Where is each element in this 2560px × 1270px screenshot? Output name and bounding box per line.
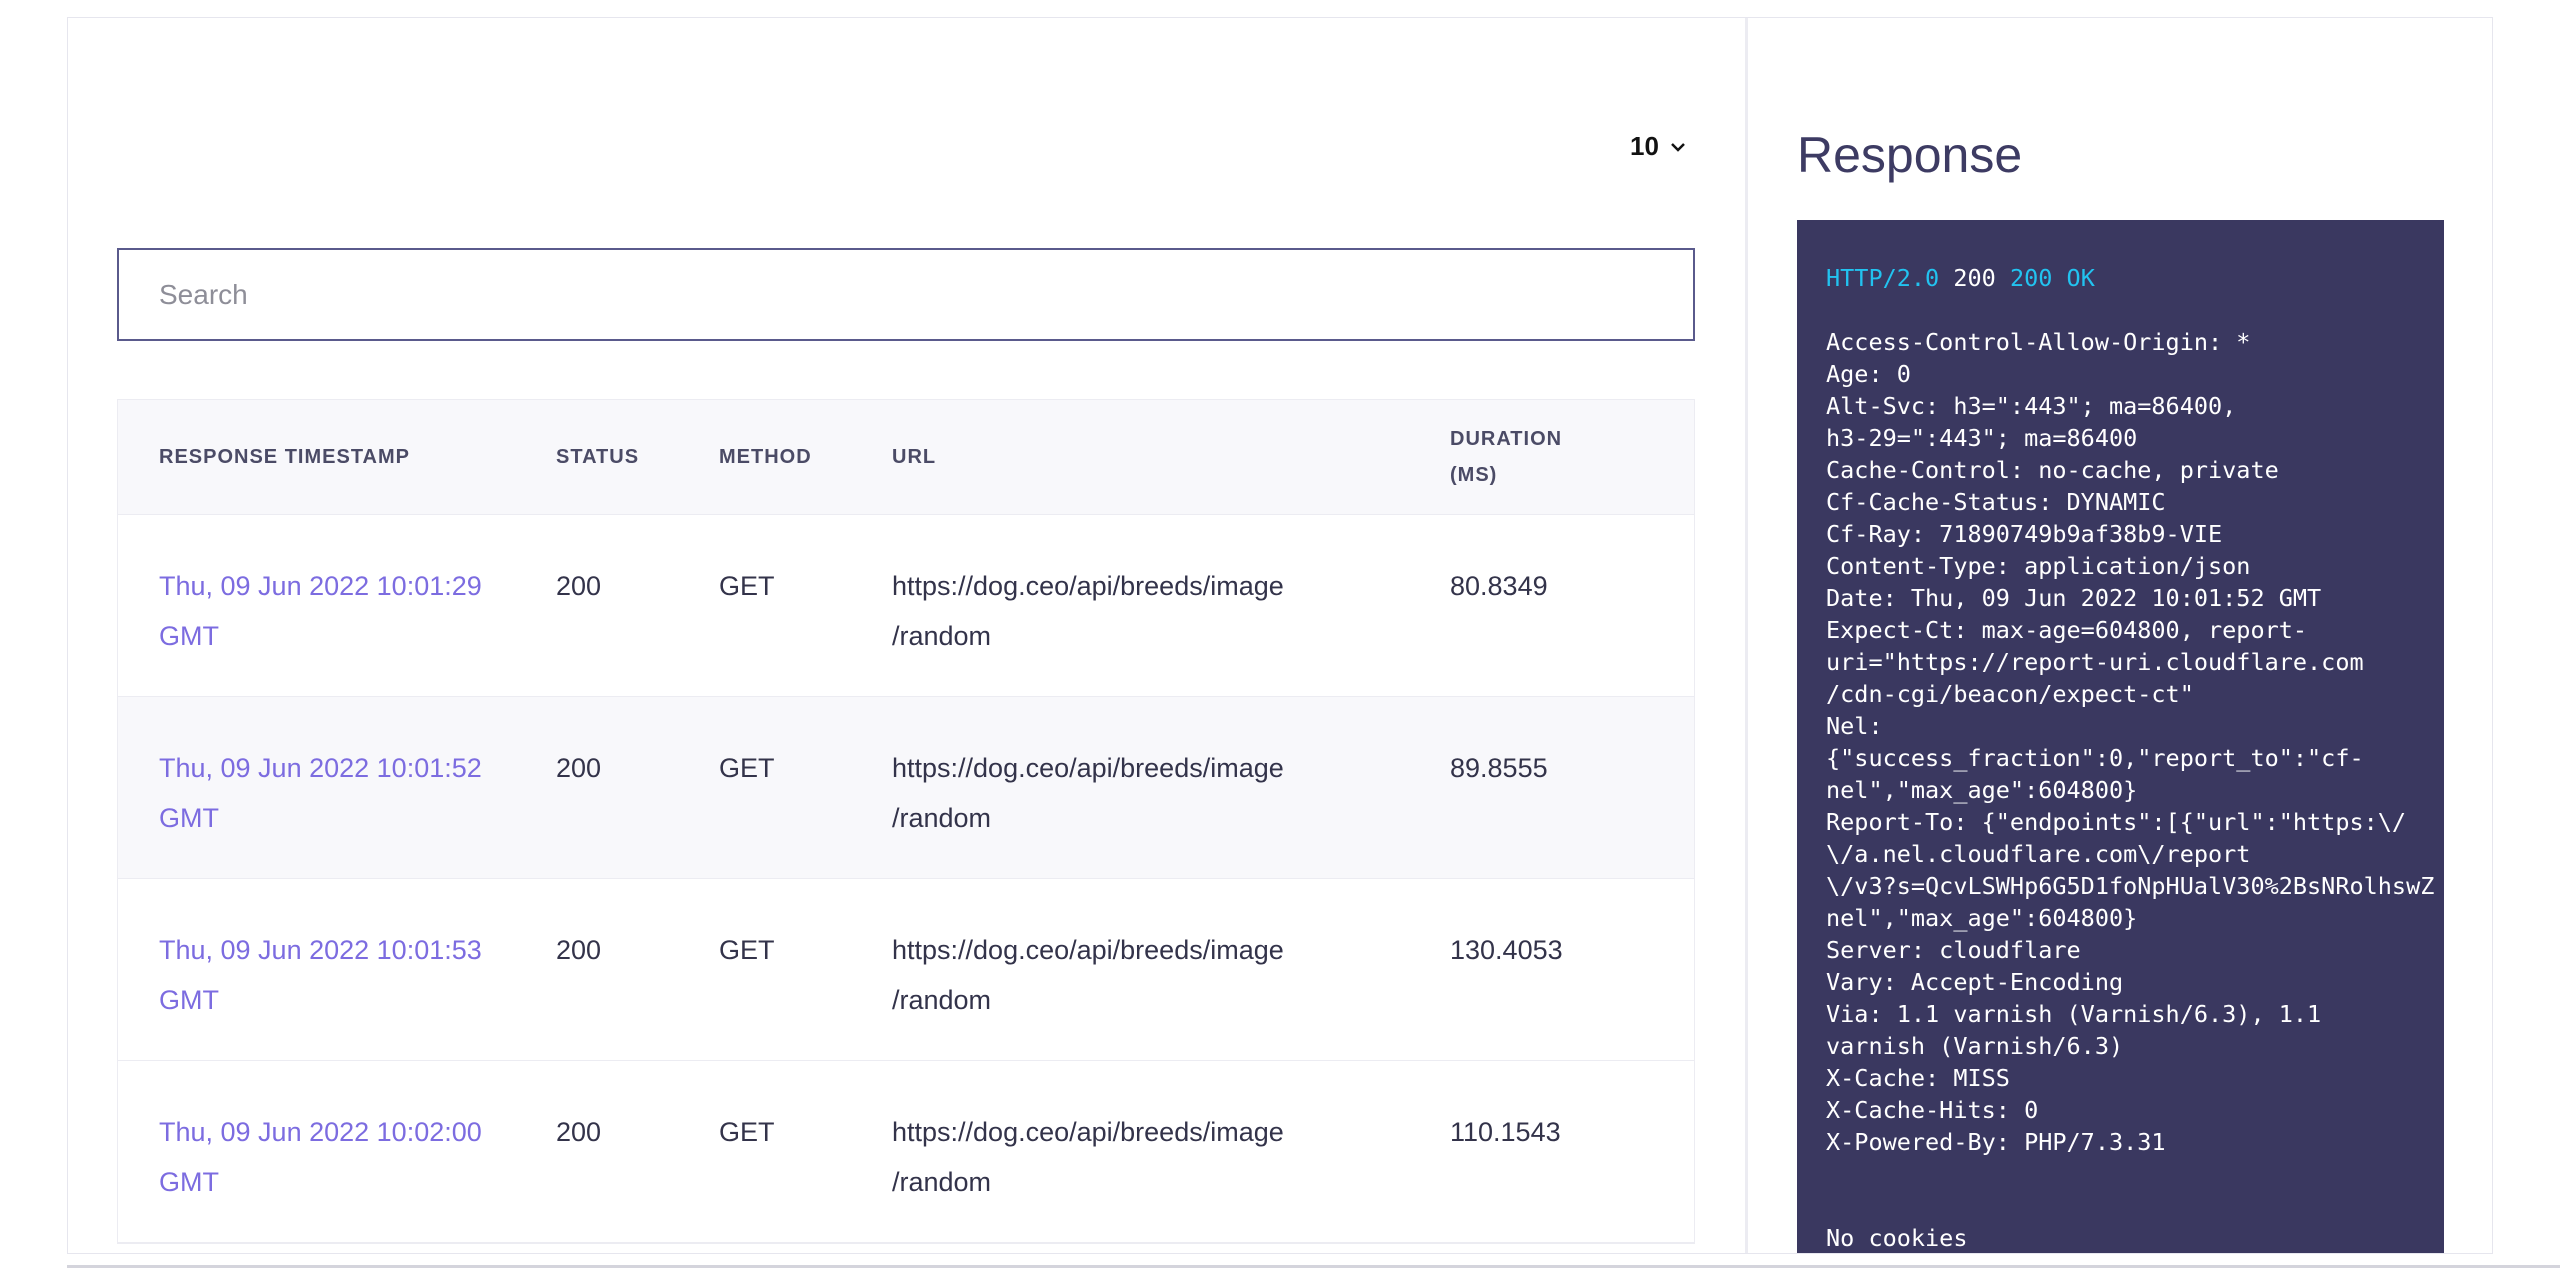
header-duration-line2: (MS) (1450, 464, 1498, 486)
page-size-select[interactable]: 10 (1630, 131, 1687, 162)
response-headers: Access-Control-Allow-Origin: * Age: 0 Alt-… (1826, 326, 2444, 1158)
window-bottom-edge (67, 1265, 2560, 1268)
row-status: 200 (556, 571, 602, 601)
row-url: https://dog.ceo/api/breeds/image/random (892, 925, 1450, 1025)
header-line: /cdn-cgi/beacon/expect-ct" (1826, 680, 2194, 708)
requests-panel: 10 RESPONSE TIMESTAMP STATUS METHOD URL … (68, 18, 1745, 1253)
row-url: https://dog.ceo/api/breeds/image/random (892, 743, 1450, 843)
header-line: varnish (Varnish/6.3) (1826, 1032, 2124, 1060)
header-response-timestamp[interactable]: RESPONSE TIMESTAMP (118, 439, 556, 475)
header-line: Server: cloudflare (1826, 936, 2081, 964)
search-box (117, 248, 1695, 341)
row-duration: 130.4053 (1450, 935, 1563, 965)
header-line: Content-Type: application/json (1826, 552, 2251, 580)
row-method: GET (719, 1117, 775, 1147)
row-timestamp-link[interactable]: Thu, 09 Jun 2022 10:01:52 GMT (118, 743, 556, 843)
header-line: Via: 1.1 varnish (Varnish/6.3), 1.1 (1826, 1000, 2322, 1028)
row-timestamp-link[interactable]: Thu, 09 Jun 2022 10:01:29 GMT (118, 561, 556, 661)
header-line: Age: 0 (1826, 360, 1911, 388)
timestamp-text: Thu, 09 Jun 2022 10:01:52 (159, 753, 482, 783)
header-line: \/v3?s=QcvLSWHp6G5D1foNpHUalV30%2BsNRolh… (1826, 872, 2435, 900)
url-line1: https://dog.ceo/api/breeds/image (892, 571, 1284, 601)
row-duration: 80.8349 (1450, 571, 1548, 601)
row-timestamp-link[interactable]: Thu, 09 Jun 2022 10:01:53 GMT (118, 925, 556, 1025)
cookies-text: No cookies (1826, 1224, 1968, 1252)
header-line: Date: Thu, 09 Jun 2022 10:01:52 GMT (1826, 584, 2322, 612)
row-status: 200 (556, 753, 602, 783)
row-method: GET (719, 571, 775, 601)
header-url[interactable]: URL (892, 439, 1450, 475)
url-line2: /random (892, 803, 992, 833)
header-line: h3-29=":443"; ma=86400 (1826, 424, 2138, 452)
table-row[interactable]: Thu, 09 Jun 2022 10:01:52 GMT 200 GET htt… (118, 697, 1694, 879)
header-line: nel","max_age":604800} (1826, 776, 2138, 804)
row-duration: 89.8555 (1450, 753, 1548, 783)
header-line: Vary: Accept-Encoding (1826, 968, 2124, 996)
row-method: GET (719, 753, 775, 783)
requests-table: RESPONSE TIMESTAMP STATUS METHOD URL DUR… (117, 399, 1695, 1244)
table-row[interactable]: Thu, 09 Jun 2022 10:02:00 GMT 200 GET htt… (118, 1061, 1694, 1243)
url-line2: /random (892, 621, 992, 651)
row-url: https://dog.ceo/api/breeds/image/random (892, 1107, 1450, 1207)
timestamp-tz: GMT (159, 985, 219, 1015)
timestamp-text: Thu, 09 Jun 2022 10:01:29 (159, 571, 482, 601)
url-line1: https://dog.ceo/api/breeds/image (892, 1117, 1284, 1147)
header-line: X-Powered-By: PHP/7.3.31 (1826, 1128, 2166, 1156)
timestamp-text: Thu, 09 Jun 2022 10:02:00 (159, 1117, 482, 1147)
timestamp-tz: GMT (159, 1167, 219, 1197)
status-line: HTTP/2.0 200 200 OK (1826, 262, 2444, 294)
row-status: 200 (556, 1117, 602, 1147)
url-line1: https://dog.ceo/api/breeds/image (892, 935, 1284, 965)
row-method: GET (719, 935, 775, 965)
header-line: Alt-Svc: h3=":443"; ma=86400, (1826, 392, 2237, 420)
app-frame: 10 RESPONSE TIMESTAMP STATUS METHOD URL … (67, 17, 2493, 1254)
header-line: Access-Control-Allow-Origin: * (1826, 328, 2251, 356)
response-panel: Response HTTP/2.0 200 200 OK Access-Cont… (1748, 18, 2492, 1253)
header-line: nel","max_age":604800} (1826, 904, 2138, 932)
url-line1: https://dog.ceo/api/breeds/image (892, 753, 1284, 783)
header-line: X-Cache: MISS (1826, 1064, 2010, 1092)
timestamp-tz: GMT (159, 803, 219, 833)
row-url: https://dog.ceo/api/breeds/image/random (892, 561, 1450, 661)
url-line2: /random (892, 985, 992, 1015)
url-line2: /random (892, 1167, 992, 1197)
header-line: Cf-Cache-Status: DYNAMIC (1826, 488, 2166, 516)
response-title: Response (1797, 127, 2023, 183)
table-header: RESPONSE TIMESTAMP STATUS METHOD URL DUR… (118, 400, 1694, 515)
header-method[interactable]: METHOD (719, 439, 892, 475)
timestamp-text: Thu, 09 Jun 2022 10:01:53 (159, 935, 482, 965)
header-line: {"success_fraction":0,"report_to":"cf- (1826, 744, 2364, 772)
header-line: Cf-Ray: 71890749b9af38b9-VIE (1826, 520, 2223, 548)
header-line: \/a.nel.cloudflare.com\/report (1826, 840, 2251, 868)
status-protocol: HTTP/2.0 (1826, 264, 1940, 292)
header-line: Cache-Control: no-cache, private (1826, 456, 2279, 484)
header-line: uri="https://report-uri.cloudflare.com (1826, 648, 2364, 676)
header-duration-line1: DURATION (1450, 428, 1563, 450)
timestamp-tz: GMT (159, 621, 219, 651)
header-line: X-Cache-Hits: 0 (1826, 1096, 2039, 1124)
header-status[interactable]: STATUS (556, 439, 719, 475)
status-code: 200 (1953, 264, 1996, 292)
status-text: 200 OK (2009, 264, 2095, 292)
row-duration: 110.1543 (1450, 1117, 1561, 1147)
row-timestamp-link[interactable]: Thu, 09 Jun 2022 10:02:00 GMT (118, 1107, 556, 1207)
table-row[interactable]: Thu, 09 Jun 2022 10:01:53 GMT 200 GET htt… (118, 879, 1694, 1061)
header-line: Expect-Ct: max-age=604800, report- (1826, 616, 2308, 644)
response-code-block: HTTP/2.0 200 200 OK Access-Control-Allow… (1797, 220, 2444, 1253)
header-line: Nel: (1826, 712, 1883, 740)
header-duration[interactable]: DURATION (MS) (1450, 421, 1650, 493)
row-status: 200 (556, 935, 602, 965)
table-row[interactable]: Thu, 09 Jun 2022 10:01:29 GMT 200 GET htt… (118, 515, 1694, 697)
header-line: Report-To: {"endpoints":[{"url":"https:\… (1826, 808, 2407, 836)
chevron-down-icon (1671, 142, 1685, 152)
page-size-value: 10 (1630, 131, 1659, 161)
search-input[interactable] (119, 250, 1693, 339)
